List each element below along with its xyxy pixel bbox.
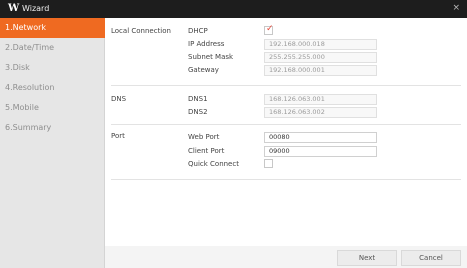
section-divider (111, 124, 461, 125)
gateway-field[interactable]: 192.168.000.001 (264, 65, 377, 76)
subnet-mask-label: Subnet Mask (188, 53, 234, 61)
next-button[interactable]: Next (337, 250, 397, 266)
ip-address-field[interactable]: 192.168.000.018 (264, 39, 377, 50)
dns1-field[interactable]: 168.126.063.001 (264, 94, 377, 105)
sidebar-item-disk[interactable]: 3.Disk (0, 58, 105, 78)
app-logo: W (8, 3, 20, 14)
footer-bar: Next Cancel (105, 246, 467, 268)
client-port-label: Client Port (188, 147, 225, 155)
web-port-field[interactable]: 00080 (264, 132, 377, 143)
sidebar-item-date-time[interactable]: 2.Date/Time (0, 38, 105, 58)
section-divider (111, 179, 461, 180)
dns2-field[interactable]: 168.126.063.002 (264, 107, 377, 118)
dns2-label: DNS2 (188, 108, 208, 116)
sidebar-item-mobile[interactable]: 5.Mobile (0, 98, 105, 118)
web-port-label: Web Port (188, 133, 220, 141)
subnet-mask-field[interactable]: 255.255.255.000 (264, 52, 377, 63)
gateway-label: Gateway (188, 66, 219, 74)
dhcp-label: DHCP (188, 27, 208, 35)
wizard-steps-sidebar: 1.Network 2.Date/Time 3.Disk 4.Resolutio… (0, 18, 105, 268)
quick-connect-label: Quick Connect (188, 160, 239, 168)
dns1-label: DNS1 (188, 95, 208, 103)
section-divider (111, 85, 461, 86)
dns-section-label: DNS (111, 95, 127, 103)
close-icon[interactable]: × (452, 3, 460, 13)
local-connection-section-label: Local Connection (111, 27, 171, 35)
port-section-label: Port (111, 132, 125, 140)
checkmark-icon: ✓ (266, 24, 274, 34)
cancel-button[interactable]: Cancel (401, 250, 461, 266)
sidebar-item-summary[interactable]: 6.Summary (0, 118, 105, 138)
ip-address-label: IP Address (188, 40, 225, 48)
network-settings-panel: Local Connection DHCP ✓ IP Address 192.1… (105, 18, 467, 268)
sidebar-item-network[interactable]: 1.Network (0, 18, 105, 38)
title-bar: W Wizard × (0, 0, 467, 18)
quick-connect-checkbox[interactable]: ✓ (264, 159, 273, 168)
dhcp-checkbox[interactable]: ✓ (264, 24, 274, 35)
window-title: Wizard (22, 4, 50, 13)
client-port-field[interactable]: 09000 (264, 146, 377, 157)
sidebar-item-resolution[interactable]: 4.Resolution (0, 78, 105, 98)
